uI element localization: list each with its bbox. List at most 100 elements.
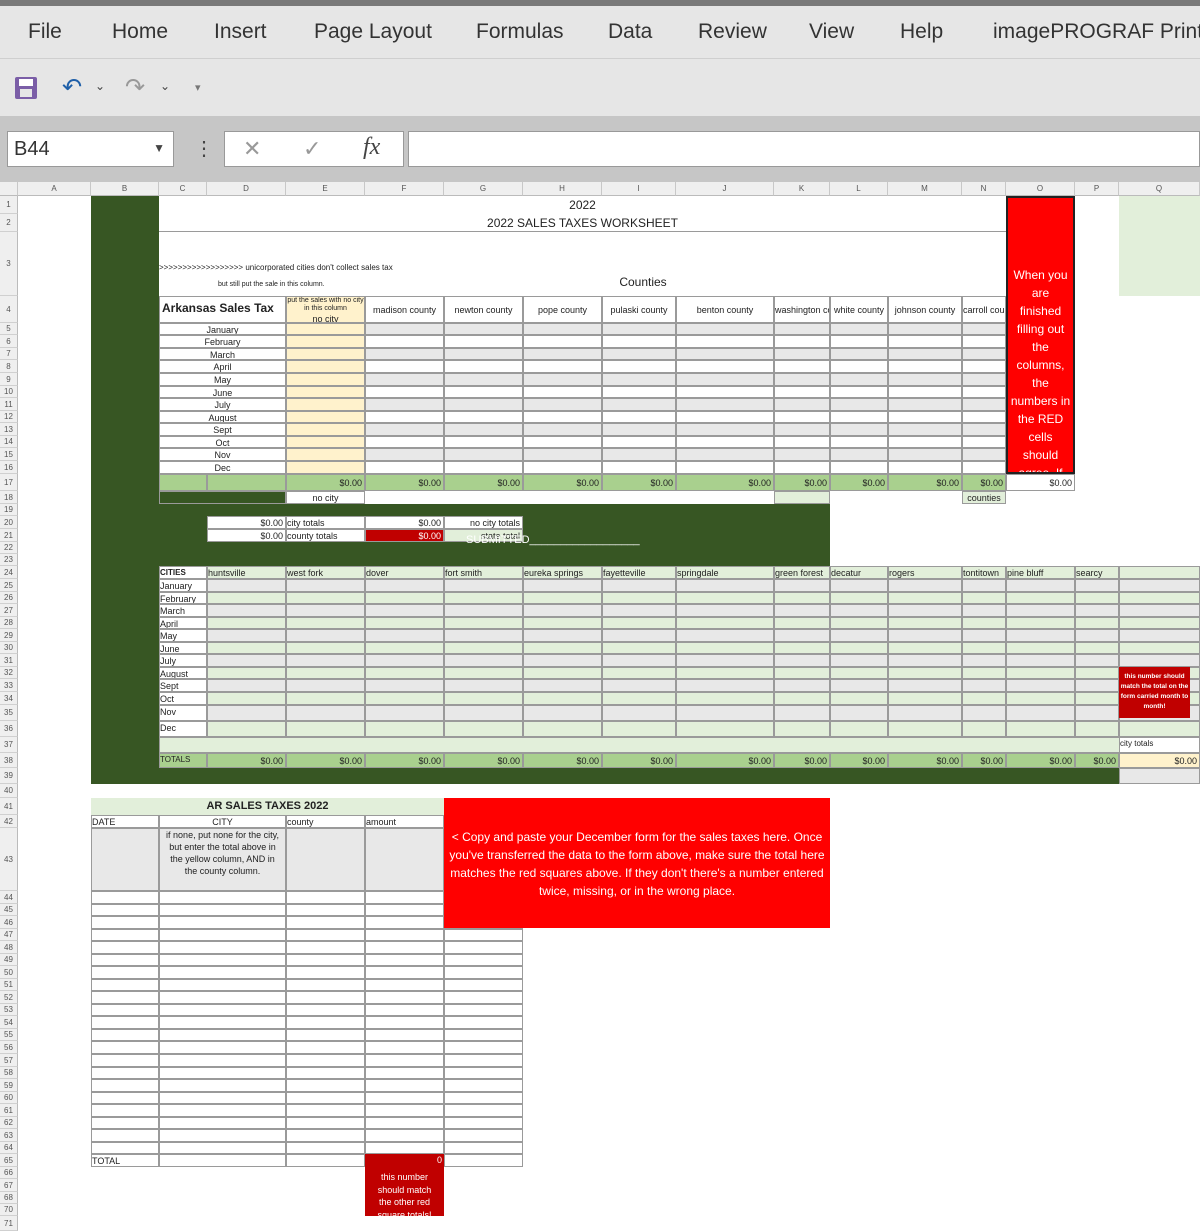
city-cell[interactable] <box>830 617 888 629</box>
ar-cell[interactable] <box>91 904 159 916</box>
county-cell[interactable] <box>888 348 962 360</box>
county-cell[interactable] <box>676 386 774 398</box>
total-cell[interactable]: $0.00 <box>286 474 365 491</box>
city-cell[interactable] <box>365 721 444 737</box>
county-cell[interactable] <box>888 436 962 448</box>
column-header-g[interactable]: G <box>444 182 523 196</box>
row-header-11[interactable]: 11 <box>0 398 18 411</box>
column-header-p[interactable]: P <box>1075 182 1119 196</box>
fx-icon[interactable]: fx <box>363 134 380 161</box>
row-header-71[interactable]: 71 <box>0 1216 18 1231</box>
city-cell[interactable] <box>207 667 286 679</box>
row-header-19[interactable]: 19 <box>0 504 18 516</box>
city-header[interactable]: tontitown <box>962 566 1006 579</box>
county-cell[interactable] <box>676 323 774 335</box>
ar-cell[interactable] <box>91 966 159 979</box>
ar-cell[interactable] <box>444 966 523 979</box>
city-cell[interactable] <box>207 679 286 692</box>
city-cell[interactable] <box>365 654 444 667</box>
county-cell[interactable] <box>676 423 774 436</box>
column-header-h[interactable]: H <box>523 182 602 196</box>
county-cell[interactable] <box>830 360 888 373</box>
city-cell[interactable] <box>774 617 830 629</box>
city-cell[interactable] <box>1006 721 1075 737</box>
row-header-62[interactable]: 62 <box>0 1117 18 1129</box>
city-cell[interactable] <box>774 705 830 721</box>
column-header-i[interactable]: I <box>602 182 676 196</box>
bottom-note[interactable]: this number should match the other red s… <box>365 1167 444 1216</box>
county-header[interactable]: benton county <box>676 296 774 323</box>
total-cell[interactable]: $0.00 <box>1006 753 1075 768</box>
county-cell[interactable] <box>523 348 602 360</box>
row-header-66[interactable]: 66 <box>0 1167 18 1179</box>
row-header-63[interactable]: 63 <box>0 1129 18 1142</box>
county-cell[interactable] <box>523 461 602 474</box>
county-cell[interactable] <box>365 436 444 448</box>
city-header[interactable]: dover <box>365 566 444 579</box>
total-cell[interactable]: $0.00 <box>1075 753 1119 768</box>
row-header-49[interactable]: 49 <box>0 954 18 966</box>
city-cell[interactable] <box>1006 579 1075 592</box>
city-cell[interactable] <box>602 721 676 737</box>
ar-cell[interactable] <box>91 1079 159 1092</box>
city-cell[interactable] <box>830 604 888 617</box>
county-cell[interactable] <box>365 348 444 360</box>
city-cell[interactable] <box>207 705 286 721</box>
month-row-label[interactable]: March <box>159 348 286 360</box>
no-city-cell[interactable] <box>286 360 365 373</box>
city-cell[interactable] <box>676 679 774 692</box>
month-row-label[interactable]: Oct <box>159 436 286 448</box>
city-cell[interactable] <box>676 642 774 654</box>
county-header-ar[interactable]: county <box>286 815 365 828</box>
ar-cell[interactable] <box>159 1154 286 1167</box>
month-row-label[interactable]: Nov <box>159 448 286 461</box>
county-cell[interactable] <box>365 373 444 386</box>
column-header-d[interactable]: D <box>207 182 286 196</box>
county-cell[interactable] <box>774 436 830 448</box>
row-header-42[interactable]: 42 <box>0 815 18 828</box>
city-cell[interactable] <box>1075 629 1119 642</box>
column-header-q[interactable]: Q <box>1119 182 1200 196</box>
no-city-cell[interactable] <box>286 411 365 423</box>
county-cell[interactable] <box>444 335 523 348</box>
county-cell[interactable] <box>602 348 676 360</box>
county-cell[interactable] <box>888 461 962 474</box>
ar-cell[interactable] <box>365 1004 444 1016</box>
county-cell[interactable] <box>888 373 962 386</box>
county-cell[interactable] <box>602 323 676 335</box>
ar-cell[interactable] <box>91 1016 159 1029</box>
county-cell[interactable] <box>444 423 523 436</box>
ar-cell[interactable] <box>286 929 365 941</box>
ar-cell[interactable] <box>286 1154 365 1167</box>
select-all-corner[interactable] <box>0 182 18 196</box>
ar-cell[interactable] <box>444 1142 523 1154</box>
row-header-12[interactable]: 12 <box>0 411 18 423</box>
tab-page-layout[interactable]: Page Layout <box>314 20 432 44</box>
city-cell[interactable] <box>676 579 774 592</box>
city-cell[interactable] <box>888 692 962 705</box>
ar-cell[interactable] <box>159 1104 286 1117</box>
ar-cell[interactable] <box>159 954 286 966</box>
city-totals-label[interactable]: city totals <box>286 516 365 529</box>
county-cell[interactable] <box>962 423 1006 436</box>
city-cell[interactable] <box>888 592 962 604</box>
county-cell[interactable] <box>365 411 444 423</box>
city-cell[interactable] <box>444 629 523 642</box>
row-header-18[interactable]: 18 <box>0 491 18 504</box>
county-cell[interactable] <box>774 461 830 474</box>
row-header-67[interactable]: 67 <box>0 1179 18 1192</box>
no-city-cell[interactable] <box>286 423 365 436</box>
month-row-label[interactable]: August <box>159 411 286 423</box>
tab-formulas[interactable]: Formulas <box>476 20 564 44</box>
city-cell[interactable] <box>888 721 962 737</box>
ar-cell[interactable] <box>91 1092 159 1104</box>
city-cell[interactable] <box>286 721 365 737</box>
ar-cell[interactable] <box>286 891 365 904</box>
city-cell[interactable] <box>602 579 676 592</box>
county-cell[interactable] <box>888 448 962 461</box>
county-header[interactable]: pulaski county <box>602 296 676 323</box>
match-note[interactable]: this number should match the total on th… <box>1119 667 1190 718</box>
city-cell[interactable] <box>774 667 830 679</box>
total-cell[interactable]: $0.00 <box>774 474 830 491</box>
county-cell[interactable] <box>444 373 523 386</box>
